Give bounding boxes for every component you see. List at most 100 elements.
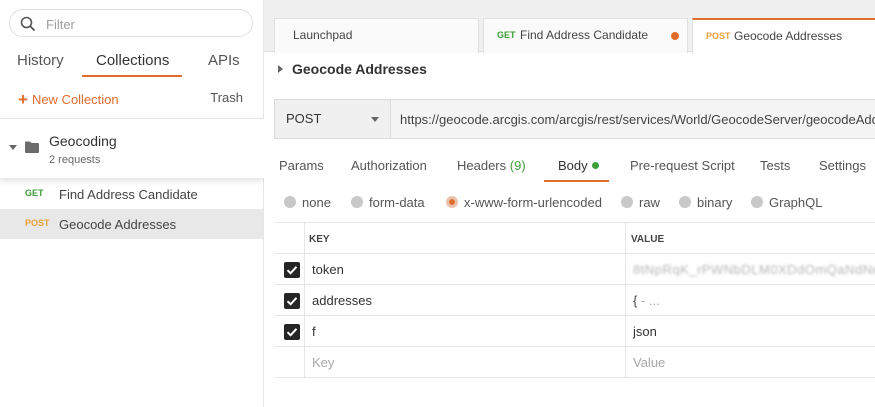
- subtab-settings[interactable]: Settings: [819, 158, 866, 173]
- request-subtabs: Params Authorization Headers (9) Body Pr…: [264, 152, 875, 182]
- folder-icon: [25, 141, 39, 153]
- new-key-input[interactable]: Key: [312, 355, 334, 370]
- subtab-prerequest-script[interactable]: Pre-request Script: [630, 158, 735, 173]
- body-type-graphql[interactable]: GraphQL: [751, 195, 822, 210]
- tab-apis[interactable]: APIs: [208, 52, 240, 69]
- radio-icon: [284, 196, 296, 208]
- plus-icon: +: [18, 90, 28, 109]
- table-row-empty: Key Value: [274, 347, 875, 378]
- caret-right-icon: [278, 65, 283, 73]
- column-divider: [625, 285, 626, 315]
- search-icon: [20, 16, 36, 32]
- main-panel: Launchpad GET Find Address Candidate POS…: [264, 0, 875, 407]
- body-type-x-www-form-urlencoded[interactable]: x-www-form-urlencoded: [446, 195, 602, 210]
- key-value-table: KEY VALUE token 8tNpRqK_rPWNbDLM0XDdOmQa…: [274, 222, 875, 378]
- row-key[interactable]: addresses: [312, 293, 372, 308]
- method-select-value: POST: [286, 111, 322, 126]
- column-divider: [625, 254, 626, 284]
- collection-geocoding[interactable]: Geocoding 2 requests: [0, 118, 264, 178]
- body-type-label: x-www-form-urlencoded: [464, 195, 602, 210]
- new-collection-label: New Collection: [31, 92, 119, 107]
- table-header-row: KEY VALUE: [274, 222, 875, 254]
- radio-icon: [621, 196, 633, 208]
- subtab-headers[interactable]: Headers (9): [457, 158, 526, 173]
- sidebar-tabs: History Collections APIs: [0, 44, 264, 80]
- row-value-token-redacted[interactable]: 8tNpRqK_rPWNbDLM0XDdOmQaNdNexr: [633, 262, 875, 277]
- column-divider: [625, 347, 626, 377]
- column-divider: [625, 223, 626, 253]
- column-divider: [304, 316, 305, 346]
- checkmark-icon: [286, 266, 298, 275]
- collection-request-count: 2 requests: [49, 154, 101, 166]
- tab-history[interactable]: History: [17, 52, 64, 69]
- tab-label: Launchpad: [293, 28, 353, 42]
- active-subtab-indicator: [544, 180, 609, 182]
- row-checkbox[interactable]: [284, 262, 300, 278]
- body-type-none[interactable]: none: [284, 195, 331, 210]
- body-type-binary[interactable]: binary: [679, 195, 732, 210]
- subtab-body[interactable]: Body: [558, 158, 599, 173]
- row-checkbox[interactable]: [284, 293, 300, 309]
- trash-button[interactable]: Trash: [210, 90, 243, 105]
- tab-launchpad[interactable]: Launchpad: [274, 18, 479, 53]
- url-input-wrapper: [391, 100, 875, 138]
- active-tab-indicator: [82, 75, 182, 77]
- collection-name: Geocoding: [49, 133, 117, 149]
- sidebar: History Collections APIs +New Collection…: [0, 0, 264, 407]
- sidebar-actions: + New Collection Trash: [0, 86, 264, 112]
- filter-search[interactable]: [9, 9, 253, 37]
- new-collection-button[interactable]: + New Collection: [18, 90, 119, 110]
- checkmark-icon: [286, 328, 298, 337]
- row-key[interactable]: f: [312, 324, 316, 339]
- tab-label: Geocode Addresses: [734, 29, 843, 43]
- request-tabbar: Launchpad GET Find Address Candidate POS…: [264, 0, 875, 54]
- request-name: Geocode Addresses: [59, 217, 177, 232]
- body-type-raw[interactable]: raw: [621, 195, 660, 210]
- chevron-down-icon: [371, 117, 379, 122]
- column-divider: [625, 316, 626, 346]
- body-type-form-data[interactable]: form-data: [351, 195, 425, 210]
- request-title[interactable]: Geocode Addresses: [278, 61, 427, 77]
- radio-icon: [751, 196, 763, 208]
- caret-down-icon[interactable]: [9, 145, 17, 150]
- table-row: token 8tNpRqK_rPWNbDLM0XDdOmQaNdNexr: [274, 254, 875, 285]
- filter-input[interactable]: [46, 14, 246, 34]
- radio-icon: [351, 196, 363, 208]
- method-badge: GET: [25, 188, 44, 198]
- body-type-label: binary: [697, 195, 733, 210]
- tab-geocode-addresses[interactable]: POST Geocode Addresses: [692, 18, 875, 54]
- method-badge: POST: [706, 31, 731, 41]
- row-value[interactable]: json: [633, 324, 657, 339]
- new-value-input[interactable]: Value: [633, 355, 665, 370]
- radio-icon: [679, 196, 691, 208]
- column-header-value: VALUE: [631, 234, 665, 245]
- table-row: addresses { - ...: [274, 285, 875, 316]
- tab-find-address-candidate[interactable]: GET Find Address Candidate: [483, 18, 688, 53]
- sidebar-request-geocode-addresses[interactable]: POST Geocode Addresses: [0, 209, 263, 239]
- row-checkbox[interactable]: [284, 324, 300, 340]
- subtab-headers-label: Headers: [457, 158, 507, 173]
- column-divider: [304, 285, 305, 315]
- table-row: f json: [274, 316, 875, 347]
- unsaved-dot-icon: [671, 32, 679, 40]
- tab-collections[interactable]: Collections: [96, 52, 169, 69]
- sidebar-request-find-address[interactable]: GET Find Address Candidate: [0, 179, 263, 209]
- row-key[interactable]: token: [312, 262, 344, 277]
- subtab-body-label: Body: [558, 158, 588, 173]
- subtab-authorization[interactable]: Authorization: [351, 158, 427, 173]
- body-type-label: raw: [639, 195, 660, 210]
- body-type-label: form-data: [369, 195, 425, 210]
- method-select[interactable]: POST: [275, 100, 391, 138]
- subtab-params[interactable]: Params: [279, 158, 324, 173]
- column-header-key: KEY: [309, 234, 330, 245]
- row-value[interactable]: { - ...: [633, 293, 660, 308]
- body-type-label: GraphQL: [769, 195, 823, 210]
- column-divider: [304, 347, 305, 377]
- url-bar: POST: [274, 99, 875, 139]
- body-indicator-dot-icon: [591, 162, 599, 169]
- url-input[interactable]: [400, 109, 875, 129]
- method-badge: POST: [25, 218, 50, 228]
- subtab-tests[interactable]: Tests: [760, 158, 790, 173]
- radio-selected-icon: [446, 196, 458, 208]
- column-divider: [304, 223, 305, 253]
